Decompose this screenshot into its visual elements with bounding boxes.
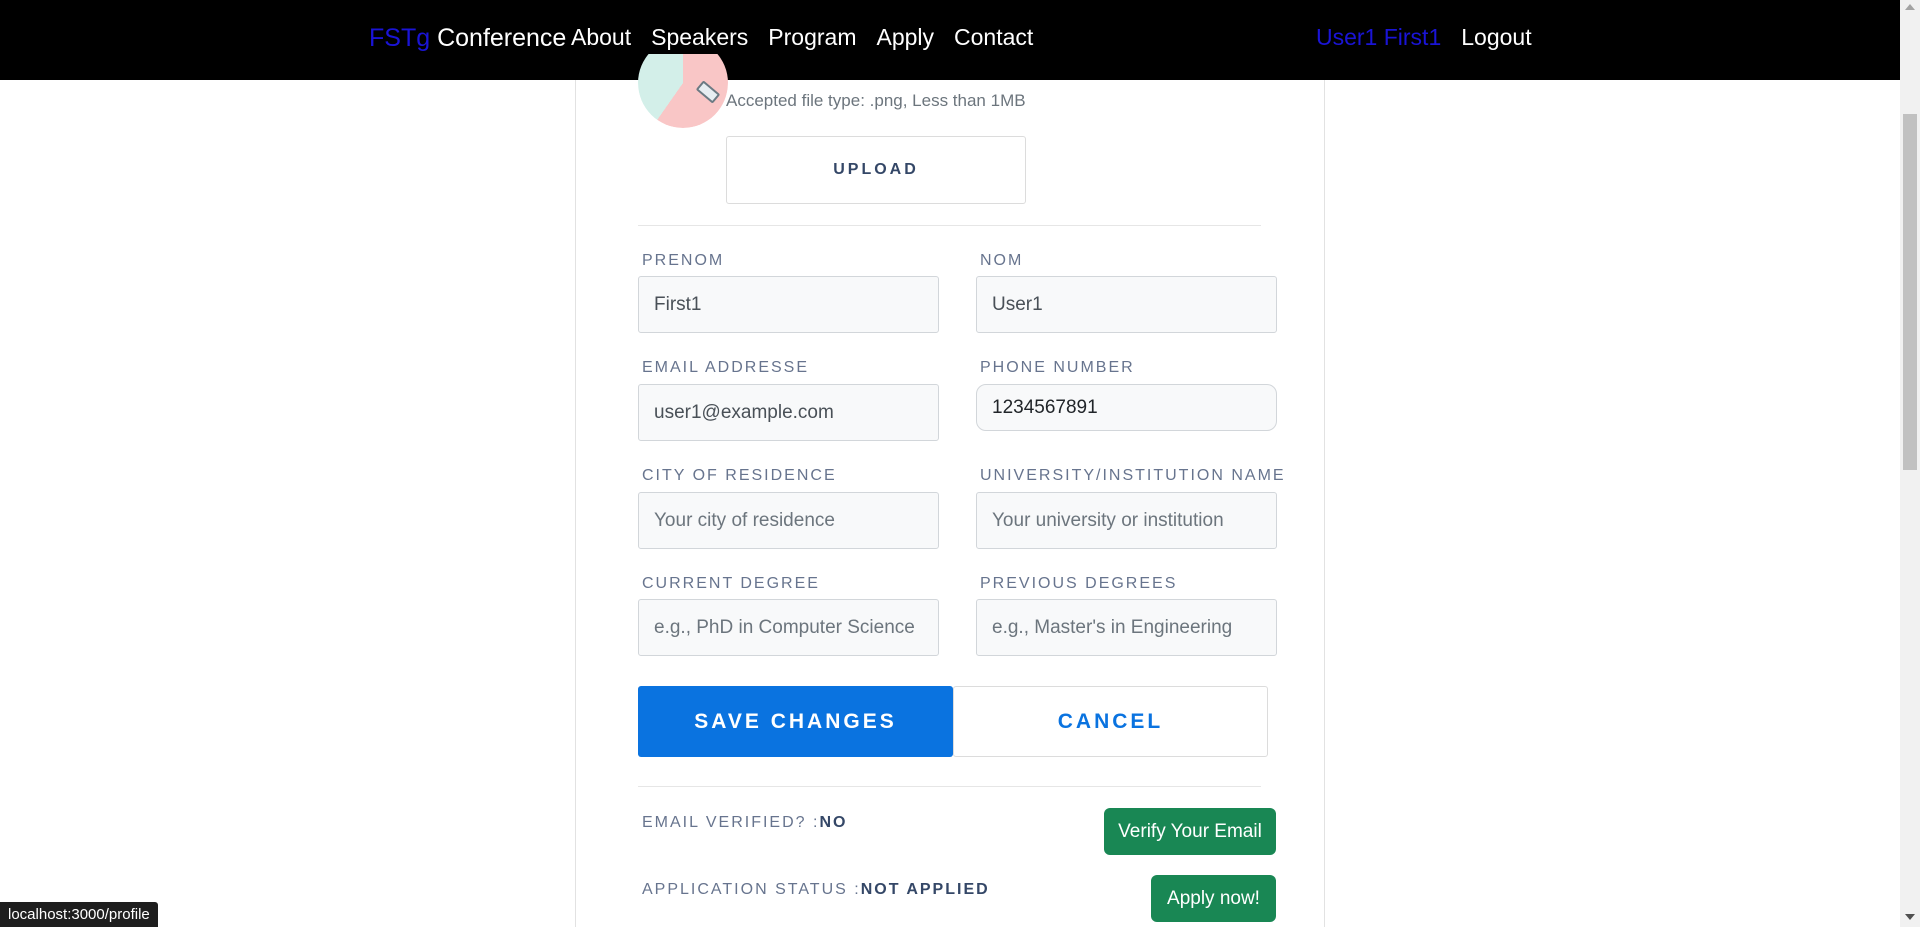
file-type-hint: Accepted file type: .png, Less than 1MB <box>726 91 1026 110</box>
email-verified-status: EMAIL VERIFIED? :NO <box>642 814 847 832</box>
previous-degrees-field[interactable] <box>976 599 1277 656</box>
university-field[interactable] <box>976 492 1277 549</box>
navbar: FSTg Conference About Speakers Program A… <box>0 0 1900 80</box>
scroll-up-arrow-icon[interactable] <box>1905 4 1915 10</box>
logout-link[interactable]: Logout <box>1461 24 1531 51</box>
save-changes-button[interactable]: SAVE CHANGES <box>638 686 953 757</box>
scroll-down-arrow-icon[interactable] <box>1905 914 1915 920</box>
email-field[interactable] <box>638 384 939 441</box>
nav-links: About Speakers Program Apply Contact <box>571 24 1033 51</box>
divider <box>638 225 1261 226</box>
nav-link-speakers[interactable]: Speakers <box>651 24 748 51</box>
divider <box>638 786 1261 787</box>
brand-suffix: Conference <box>437 24 567 52</box>
university-label: UNIVERSITY/INSTITUTION NAME <box>980 467 1286 484</box>
email-verified-label: EMAIL VERIFIED? : <box>642 814 820 831</box>
prenom-field[interactable] <box>638 276 939 333</box>
application-status-value: NOT APPLIED <box>860 881 990 898</box>
verify-email-button[interactable]: Verify Your Email <box>1104 808 1276 855</box>
phone-field[interactable] <box>976 384 1277 431</box>
nom-field[interactable] <box>976 276 1277 333</box>
brand-logo[interactable]: FSTg Conference <box>369 24 566 53</box>
apply-now-button[interactable]: Apply now! <box>1151 875 1276 922</box>
nav-link-about[interactable]: About <box>571 24 631 51</box>
cancel-button[interactable]: CANCEL <box>953 686 1268 757</box>
email-label: EMAIL ADDRESSE <box>642 359 810 376</box>
brand-prefix: FSTg <box>369 24 431 52</box>
city-field[interactable] <box>638 492 939 549</box>
previous-degrees-label: PREVIOUS DEGREES <box>980 575 1178 592</box>
nom-label: NOM <box>980 252 1024 269</box>
nav-link-contact[interactable]: Contact <box>954 24 1033 51</box>
phone-label: PHONE NUMBER <box>980 359 1135 376</box>
current-degree-field[interactable] <box>638 599 939 656</box>
upload-button[interactable]: UPLOAD <box>726 136 1026 204</box>
scrollbar-thumb[interactable] <box>1903 114 1917 470</box>
nav-user-name[interactable]: User1 First1 <box>1316 24 1441 51</box>
city-label: CITY OF RESIDENCE <box>642 467 837 484</box>
nav-link-apply[interactable]: Apply <box>876 24 934 51</box>
email-verified-value: NO <box>819 814 848 831</box>
application-status: APPLICATION STATUS :NOT APPLIED <box>642 881 990 899</box>
application-status-label: APPLICATION STATUS : <box>642 881 861 898</box>
page-scrollbar[interactable] <box>1900 0 1920 927</box>
browser-status-url: localhost:3000/profile <box>0 902 158 927</box>
prenom-label: PRENOM <box>642 252 725 269</box>
current-degree-label: CURRENT DEGREE <box>642 575 820 592</box>
nav-link-program[interactable]: Program <box>768 24 856 51</box>
nav-user-area: User1 First1 Logout <box>1316 24 1532 51</box>
